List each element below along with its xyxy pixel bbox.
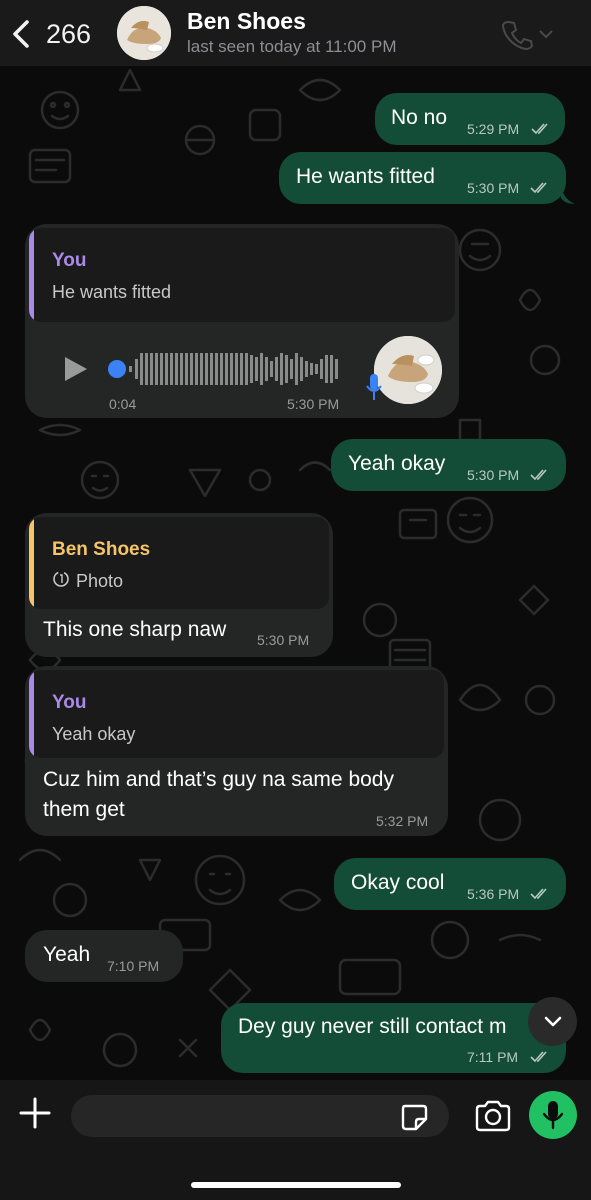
message-time: 7:11 PM [467,1049,519,1065]
message-time: 5:30 PM [257,632,310,648]
chevron-down-icon [539,30,553,39]
scroll-to-bottom-button[interactable] [528,997,577,1046]
chevron-down-icon [544,1016,561,1026]
quote-author: You [52,250,87,271]
quote-text: Photo [76,571,124,591]
message-text: Yeah okay [348,452,446,475]
quote-bar [29,670,34,758]
message-outgoing[interactable]: Okay cool 5:36 PM [334,858,566,910]
message-incoming[interactable]: Ben Shoes Photo This one sharp naw 5:30 … [25,513,333,657]
message-text: He wants fitted [296,165,435,188]
play-icon[interactable] [61,354,91,384]
message-time: 7:10 PM [107,958,160,974]
chat-header: 266 Ben Shoes last seen today at 11:00 P… [0,0,591,66]
shoe-photo-icon [374,336,442,404]
plus-icon[interactable] [18,1096,52,1130]
message-outgoing[interactable]: Yeah okay 5:30 PM [331,439,566,491]
read-ticks-icon [531,123,548,135]
quoted-message[interactable]: Ben Shoes Photo [29,517,329,609]
message-time: 5:32 PM [376,813,429,829]
message-outgoing[interactable]: He wants fitted 5:30 PM [279,152,575,204]
quote-author: Ben Shoes [52,539,151,560]
microphone-icon [366,374,382,400]
sender-avatar [374,336,442,404]
quote-bar [29,228,34,322]
camera-icon[interactable] [474,1100,512,1132]
read-ticks-icon [530,1051,547,1063]
quote-bar [29,517,34,609]
microphone-icon [542,1101,564,1130]
message-text: This one sharp naw [43,618,227,641]
back-button[interactable]: 266 [8,12,118,56]
read-ticks-icon [530,182,547,194]
quote-author: You [52,692,87,713]
chevron-left-icon [13,20,29,48]
message-text: No no [391,106,448,129]
view-once-icon [53,571,69,587]
call-button[interactable] [500,14,560,54]
contact-name[interactable]: Ben Shoes [187,8,306,35]
voice-record-button[interactable] [529,1091,577,1139]
home-indicator[interactable] [191,1182,401,1188]
voice-waveform[interactable] [107,351,347,387]
message-time: 5:36 PM [467,886,520,902]
message-incoming[interactable]: Yeah 7:10 PM [25,930,183,982]
message-time: 5:30 PM [467,467,520,483]
voice-message-incoming[interactable]: You He wants fitted 0:04 5:30 PM [25,224,459,418]
message-time: 5:30 PM [467,180,520,196]
message-text: Okay cool [351,871,445,894]
message-incoming[interactable]: You Yeah okay Cuz him and that’s guy na … [25,666,448,836]
message-composer [0,1080,591,1200]
message-input[interactable] [71,1095,449,1137]
message-time: 5:30 PM [287,396,340,412]
unread-count: 266 [46,18,92,49]
message-text: Yeah [43,943,91,966]
read-ticks-icon [530,888,547,900]
contact-avatar[interactable] [117,6,171,60]
phone-icon [501,20,534,51]
quote-text: Yeah okay [52,724,136,744]
read-ticks-icon [530,469,547,481]
bubble-tail [561,188,575,204]
shoe-photo-icon [117,6,171,60]
contact-last-seen: last seen today at 11:00 PM [187,37,397,56]
quoted-message[interactable]: You He wants fitted [29,228,455,322]
message-outgoing[interactable]: No no 5:29 PM [375,93,565,145]
chat-screen: 266 Ben Shoes last seen today at 11:00 P… [0,0,591,1200]
message-text: Dey guy never still contact m [238,1015,507,1038]
sticker-icon[interactable] [399,1102,429,1132]
voice-duration: 0:04 [109,396,137,412]
message-outgoing[interactable]: Dey guy never still contact m 7:11 PM [221,1003,566,1073]
quoted-message[interactable]: You Yeah okay [29,670,444,758]
message-time: 5:29 PM [467,121,520,137]
quote-text: He wants fitted [52,282,172,302]
